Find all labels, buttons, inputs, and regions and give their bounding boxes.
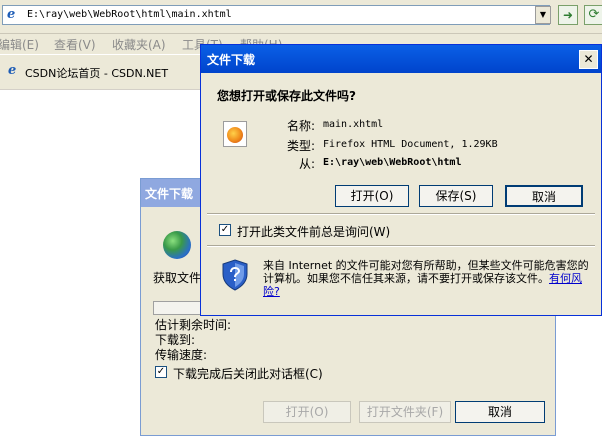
refresh-icon[interactable]: ⟳ — [584, 5, 602, 25]
from-value: E:\ray\web\WebRoot\html — [323, 157, 462, 168]
file-download-dialog: 文件下载 ✕ 您想打开或保存此文件吗? 名称: main.xhtml 类型: F… — [200, 44, 602, 316]
type-label: 类型: — [286, 139, 315, 153]
go-icon[interactable]: ➜ — [558, 5, 578, 25]
security-warning: 来自 Internet 的文件可能对您有所帮助，但某些文件可能危害您的计算机。如… — [263, 259, 593, 298]
dialog-title: 文件下载 — [145, 187, 194, 201]
save-button[interactable]: 保存(S) — [419, 185, 493, 207]
transfer-rate-label: 传输速度: — [155, 348, 208, 362]
close-icon[interactable]: ✕ — [579, 50, 598, 69]
dialog-title: 文件下载 — [207, 53, 256, 67]
fetching-label: 获取文件 — [153, 271, 202, 285]
warning-text: 来自 Internet 的文件可能对您有所帮助，但某些文件可能危害您的计算机。如… — [263, 259, 589, 285]
cancel-button[interactable]: 取消 — [505, 185, 583, 207]
menu-edit[interactable]: 编辑(E) — [0, 36, 39, 53]
address-dropdown-button[interactable]: ▼ — [535, 6, 551, 24]
globe-icon — [163, 231, 191, 259]
name-label: 名称: — [286, 119, 315, 133]
dialog-question: 您想打开或保存此文件吗? — [217, 89, 356, 103]
name-value: main.xhtml — [323, 119, 384, 130]
type-value: Firefox HTML Document, 1.29KB — [323, 139, 498, 150]
separator — [207, 245, 595, 247]
ie-icon: e — [8, 63, 17, 78]
dialog-title-bar[interactable]: 文件下载 ✕ — [201, 45, 601, 73]
menu-view[interactable]: 查看(V) — [54, 36, 96, 53]
ie-icon: e — [7, 7, 16, 22]
cancel-download-button[interactable]: 取消 — [455, 401, 545, 423]
address-toolbar: e E:\ray\web\WebRoot\html\main.xhtml ▼ ➜… — [0, 0, 602, 34]
security-shield-icon — [222, 259, 248, 291]
tab-title[interactable]: CSDN论坛首页 - CSDN.NET — [25, 65, 168, 81]
open-button[interactable]: 打开(O) — [335, 185, 409, 207]
from-label: 从: — [298, 157, 315, 171]
close-on-complete-label: 下载完成后关闭此对话框(C) — [173, 367, 323, 381]
always-ask-checkbox[interactable]: ✓ — [219, 224, 231, 236]
menu-favorites[interactable]: 收藏夹(A) — [112, 36, 166, 53]
separator — [207, 213, 595, 215]
open-folder-button[interactable]: 打开文件夹(F) — [359, 401, 451, 423]
open-button-disabled[interactable]: 打开(O) — [263, 401, 351, 423]
firefox-file-icon — [223, 121, 247, 147]
address-text: E:\ray\web\WebRoot\html\main.xhtml — [27, 9, 232, 20]
close-on-complete-checkbox[interactable]: ✓ — [155, 366, 167, 378]
always-ask-label: 打开此类文件前总是询问(W) — [237, 225, 391, 239]
address-input[interactable]: e E:\ray\web\WebRoot\html\main.xhtml — [2, 5, 550, 25]
